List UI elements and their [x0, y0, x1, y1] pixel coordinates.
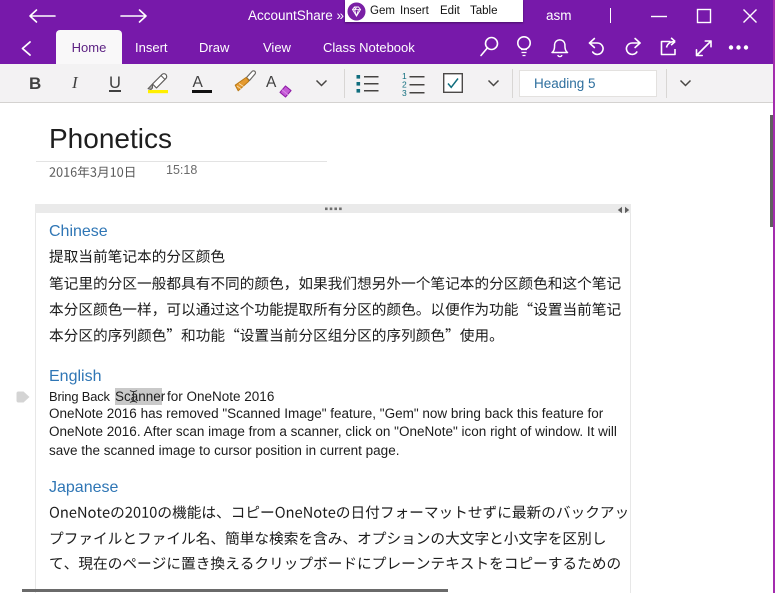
svg-text:3: 3: [402, 88, 407, 97]
